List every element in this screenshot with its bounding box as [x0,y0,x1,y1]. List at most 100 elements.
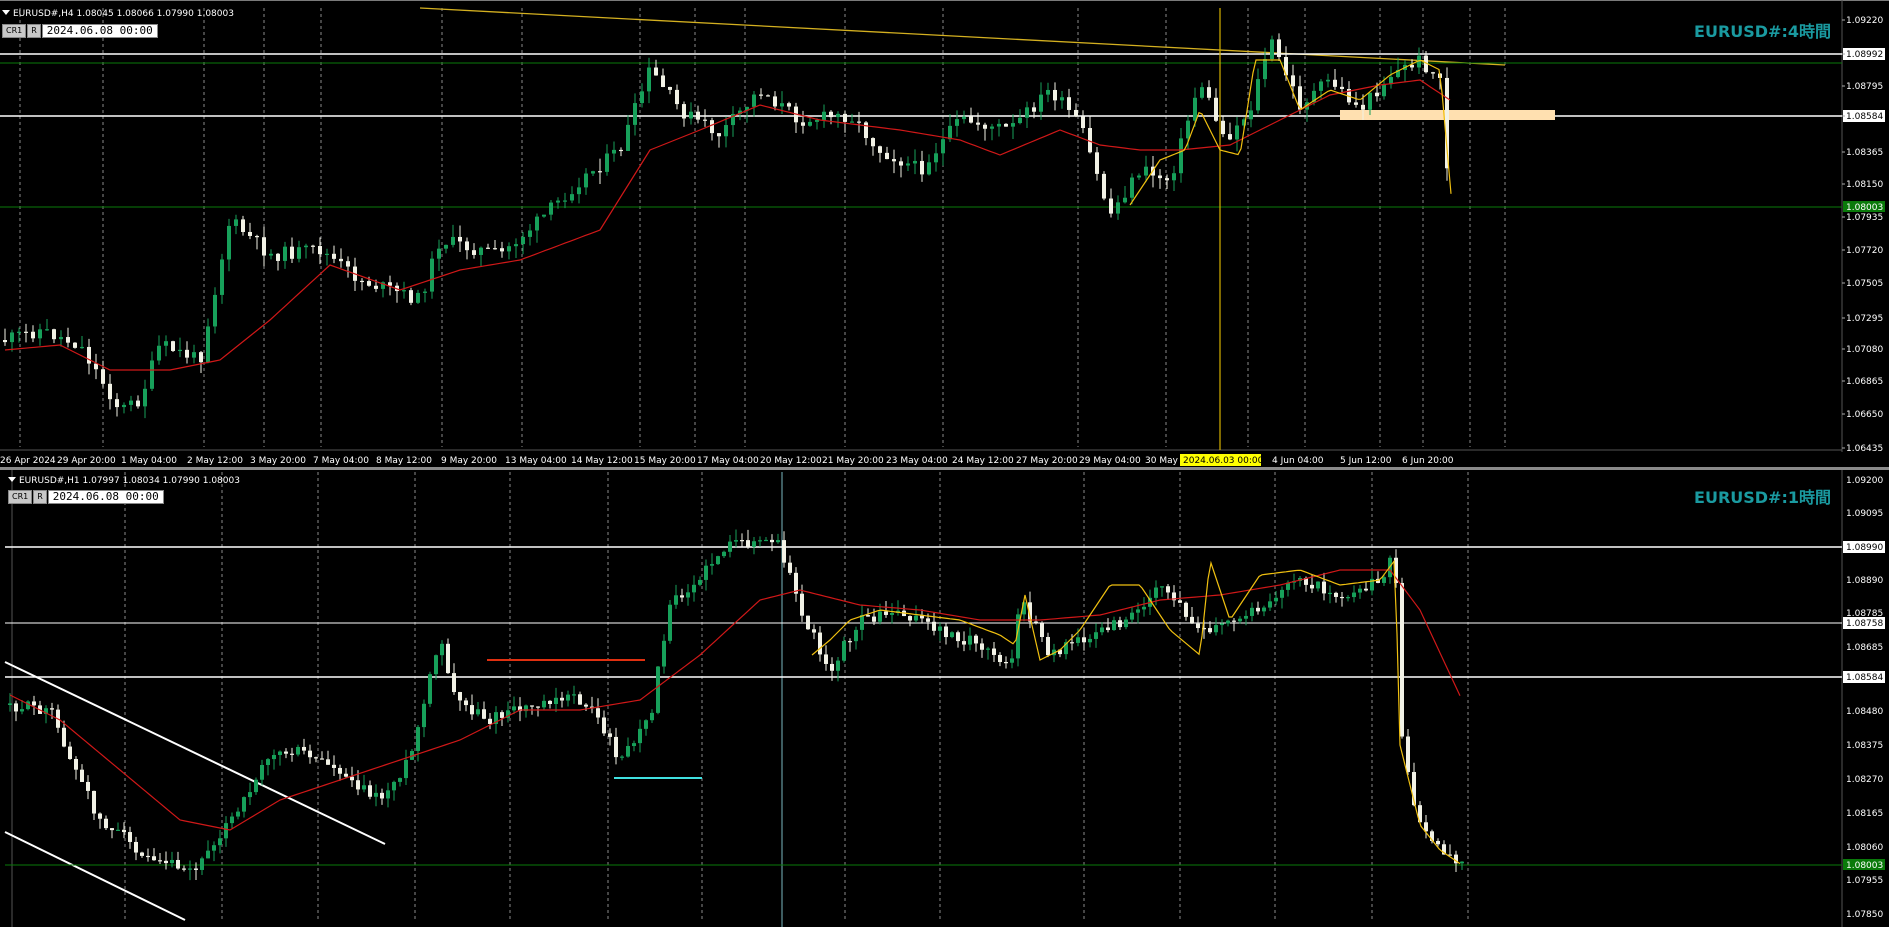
date-field[interactable]: 2024.06.08 00:00 [47,490,164,504]
candle-body [101,369,105,384]
candle-body [1200,87,1204,98]
chart-symbol-header[interactable]: EURUSD#,H1 1.07997 1.08034 1.07990 1.080… [8,476,240,486]
candle-body [724,125,728,137]
candle-body [871,138,875,147]
candle-body [764,539,768,542]
candle-body [152,856,156,861]
candle-body [52,329,56,340]
moving-average-red [9,569,1461,831]
chart-pane-h4[interactable]: 1.09220 1.08992 1.08795 1.08584 1.08365 1.081… [0,0,1889,470]
candle-body [297,247,301,259]
candle-body [1328,592,1332,595]
candle-body [776,540,780,543]
candle-body [110,828,114,831]
date-field[interactable]: 2024.06.08 00:00 [41,24,158,38]
price-axis-label: 1.08480 [1846,707,1883,717]
candle-body [136,400,140,407]
collapse-triangle-icon[interactable] [8,477,16,482]
candle-body [968,635,972,645]
candle-body [428,674,432,704]
candle-body [983,124,987,129]
candle-body [722,551,726,557]
candle-body [272,754,276,760]
candle-body [1112,620,1116,631]
candle-body [866,615,870,617]
candle-body [452,673,456,693]
candle-body [992,648,996,655]
chart-symbol-header[interactable]: EURUSD#,H4 1.08045 1.08066 1.07990 1.080… [2,9,234,19]
candle-body [948,125,952,140]
candle-body [661,75,665,87]
candle-body [200,858,204,870]
candle-body [290,753,294,755]
candle-body [717,133,721,137]
collapse-triangle-icon[interactable] [2,10,10,15]
channel-line-lower[interactable] [4,831,186,921]
candle-body [500,712,504,718]
chart-pane-h1[interactable]: 1.09200 1.09095 1.08990 1.08890 1.08785 1.086… [0,470,1889,927]
candle-body [530,705,534,707]
candle-body [10,332,14,343]
candle-body [368,785,372,797]
candle-body [787,103,791,107]
candle-body [194,868,198,870]
candle-body [440,643,444,656]
candle-body [860,615,864,630]
price-axis-label: 1.08270 [1846,775,1883,785]
cr1-button[interactable]: CR1 [2,24,27,38]
candle-body [1220,623,1224,626]
candle-body [1095,152,1099,174]
candle-body [692,584,696,593]
candle-body [74,758,78,770]
candle-body [398,778,402,782]
candle-body [50,708,54,710]
candle-body [1333,79,1337,87]
candle-body [800,593,804,616]
candle-body [1263,59,1267,80]
time-axis-label: 2 May 12:00 [187,456,243,466]
price-tag-label: 1.08992 [1846,50,1883,60]
candle-body [476,709,480,715]
candle-body [218,838,222,846]
candle-body [241,219,245,232]
candle-body [612,149,616,154]
candle-body [1334,592,1338,597]
cr1-button[interactable]: CR1 [8,490,33,504]
candle-body [464,700,468,706]
r-button[interactable]: R [27,24,41,38]
candle-body [470,705,474,715]
candle-body [920,160,924,175]
candle-body [1310,584,1314,589]
r-button[interactable]: R [33,490,47,504]
candle-body [1106,627,1110,631]
candle-body [1250,607,1254,616]
time-axis-label: 29 Apr 20:00 [57,456,116,466]
trend-line[interactable] [419,7,1506,66]
candle-body [73,342,77,348]
candle-body [1277,39,1281,58]
h4-chart-canvas[interactable]: 1.09220 1.08992 1.08795 1.08584 1.08365 1.081… [0,0,1889,470]
time-axis-label: 23 May 04:00 [886,456,948,466]
candle-body [1074,109,1078,117]
candle-body [115,399,119,408]
candle-body [20,709,24,712]
candle-body [325,253,329,255]
crosshair-date-label: 2024.06.03 00:00 [1183,456,1264,466]
candle-body [98,813,102,819]
h1-chart-canvas[interactable]: 1.092001.090951.089901.088901.087851.086… [0,470,1889,927]
candle-body [1406,736,1410,773]
candle-body [689,111,693,119]
candle-body [716,556,720,565]
candle-body [1291,75,1295,87]
candle-body [746,540,750,547]
candle-body [266,759,270,766]
candle-body [632,743,636,747]
candle-body [1118,620,1122,628]
candle-body [1100,627,1104,633]
candle-body [1178,600,1182,603]
price-axis-label: 1.06865 [1846,377,1883,387]
candle-body [956,632,960,642]
price-axis-label: 1.08365 [1846,148,1883,158]
candle-body [1160,586,1164,588]
candle-body [1316,581,1320,589]
